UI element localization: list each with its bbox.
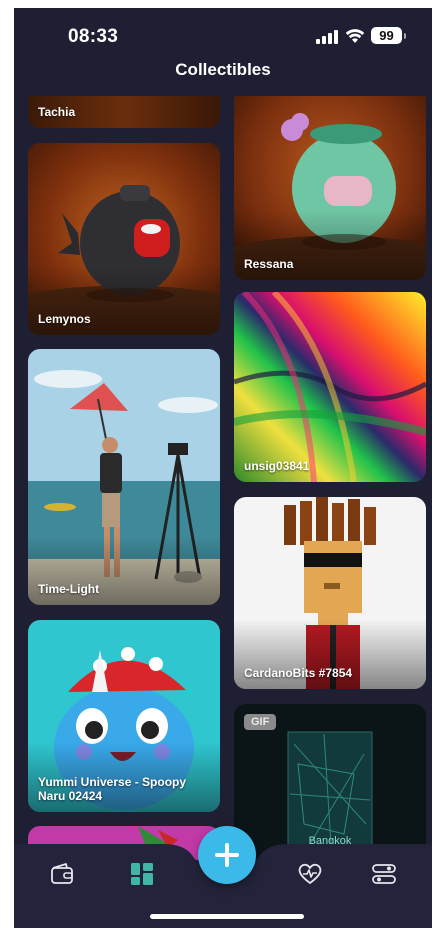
settings-toggle-icon: [372, 864, 396, 884]
home-indicator: [150, 914, 304, 919]
battery-tip: [404, 33, 406, 39]
tab-wallet[interactable]: [42, 858, 82, 890]
tab-activity[interactable]: [290, 858, 330, 890]
collectibles-grid[interactable]: Tachia Ressana Lemynos unsig03841 Time-L…: [14, 96, 432, 860]
status-time: 08:33: [68, 26, 119, 47]
collectible-name: Lemynos: [38, 312, 91, 326]
tab-collectibles[interactable]: [122, 858, 162, 890]
collectible-card-yummi-universe[interactable]: Yummi Universe - Spoopy Naru 02424: [28, 620, 220, 812]
collectible-card-cardanobits-7854[interactable]: CardanoBits #7854: [234, 497, 426, 689]
wallet-icon: [51, 863, 73, 884]
collectible-card-unsig03841[interactable]: unsig03841: [234, 292, 426, 482]
add-button[interactable]: [198, 826, 256, 884]
tab-settings[interactable]: [364, 858, 404, 890]
app-screen: 08:33 99 Collectibles Tachia Ressana Lem…: [14, 8, 432, 928]
collectible-name: Yummi Universe - Spoopy Naru 02424: [38, 775, 187, 803]
wifi-icon: [345, 29, 365, 43]
battery-indicator: 99: [371, 27, 402, 44]
plus-icon: [215, 843, 239, 867]
collectible-image: [234, 292, 426, 482]
collectible-name: Time-Light: [38, 582, 100, 596]
grid-icon: [131, 863, 153, 885]
collectible-name: Ressana: [244, 257, 294, 271]
collectible-card-tachia[interactable]: Tachia: [28, 96, 220, 128]
collectible-name: CardanoBits #7854: [244, 666, 353, 680]
collectible-card-bangkok[interactable]: Bangkok GIF: [234, 704, 426, 860]
collectible-name: unsig03841: [244, 459, 310, 473]
collectible-card-time-light[interactable]: Time-Light: [28, 349, 220, 605]
collectible-name: Tachia: [38, 105, 76, 119]
gif-badge: GIF: [244, 714, 277, 730]
page-title: Collectibles: [175, 60, 271, 79]
collectible-card-lemynos[interactable]: Lemynos: [28, 143, 220, 335]
collectible-card-ressana[interactable]: Ressana: [234, 96, 426, 280]
heart-pulse-icon: [298, 863, 322, 884]
status-bar: 08:33 99: [14, 8, 432, 62]
cellular-signal-icon: [316, 30, 340, 44]
